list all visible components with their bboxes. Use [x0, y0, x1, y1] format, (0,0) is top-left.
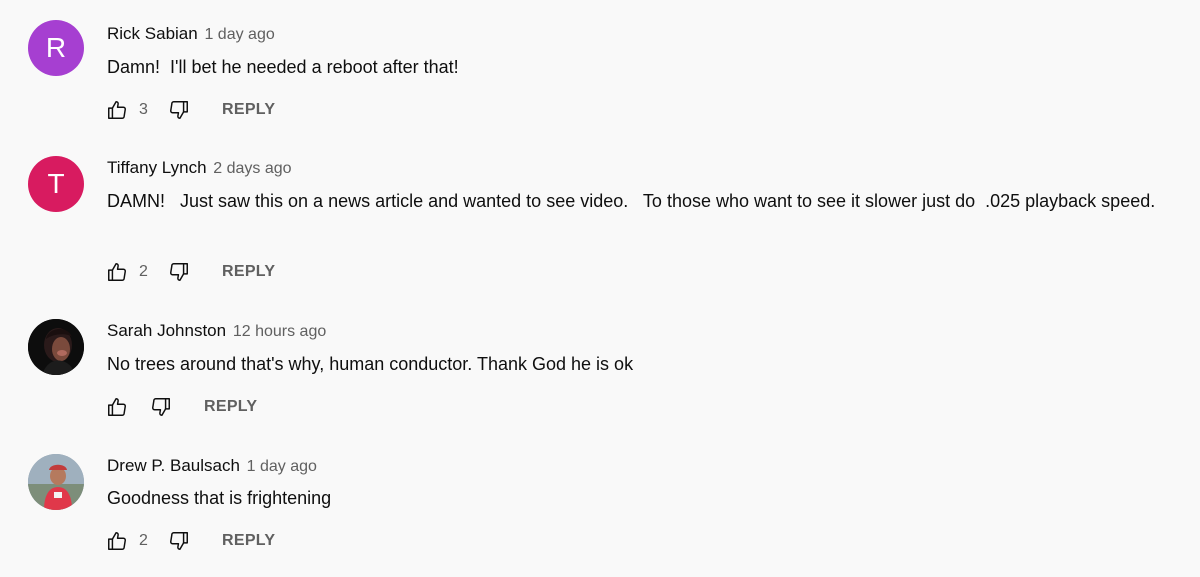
profile-photo-icon [28, 319, 84, 375]
comment-actions: REPLY [105, 395, 257, 419]
profile-photo-icon [28, 454, 84, 510]
thumbs-up-icon[interactable] [105, 529, 129, 553]
thumbs-down-icon[interactable] [149, 395, 173, 419]
reply-button[interactable]: REPLY [222, 101, 275, 119]
comment-time[interactable]: 1 day ago [204, 26, 274, 43]
avatar[interactable]: T [28, 156, 84, 212]
comment-actions: 2 REPLY [105, 260, 275, 284]
thumbs-up-icon[interactable] [105, 395, 129, 419]
thumbs-up-icon[interactable] [105, 260, 129, 284]
reply-button[interactable]: REPLY [222, 532, 275, 550]
comment-time[interactable]: 1 day ago [247, 458, 317, 475]
reply-button[interactable]: REPLY [222, 263, 275, 281]
comment-header: Rick Sabian 1 day ago [107, 24, 275, 45]
comment-header: Sarah Johnston 12 hours ago [107, 321, 326, 342]
comment-actions: 2 REPLY [105, 529, 275, 553]
like-count: 2 [139, 263, 148, 280]
avatar[interactable] [28, 454, 84, 510]
like-count: 2 [139, 532, 148, 549]
comment-header: Tiffany Lynch 2 days ago [107, 158, 292, 179]
author-name[interactable]: Rick Sabian [107, 24, 198, 43]
author-name[interactable]: Sarah Johnston [107, 321, 226, 340]
thumbs-down-icon[interactable] [167, 529, 191, 553]
comment-text: No trees around that's why, human conduc… [107, 354, 634, 374]
thumbs-down-icon[interactable] [167, 260, 191, 284]
thumbs-down-icon[interactable] [167, 98, 191, 122]
reply-button[interactable]: REPLY [204, 398, 257, 416]
like-count: 3 [139, 101, 148, 118]
comment-time[interactable]: 12 hours ago [233, 323, 326, 340]
comment-header: Drew P. Baulsach 1 day ago [107, 456, 317, 477]
avatar-letter: T [47, 168, 65, 199]
comment-actions: 3 REPLY [105, 98, 275, 122]
comment-text: DAMN! Just saw this on a news article an… [107, 191, 1156, 211]
avatar[interactable]: R [28, 20, 84, 76]
thumbs-up-icon[interactable] [105, 98, 129, 122]
author-name[interactable]: Tiffany Lynch [107, 158, 207, 177]
comment-text: Goodness that is frightening [107, 488, 332, 508]
comment-text: Damn! I'll bet he needed a reboot after … [107, 57, 459, 77]
avatar-letter: R [45, 32, 67, 63]
author-name[interactable]: Drew P. Baulsach [107, 456, 240, 475]
avatar[interactable] [28, 319, 84, 375]
comment-time[interactable]: 2 days ago [213, 160, 291, 177]
